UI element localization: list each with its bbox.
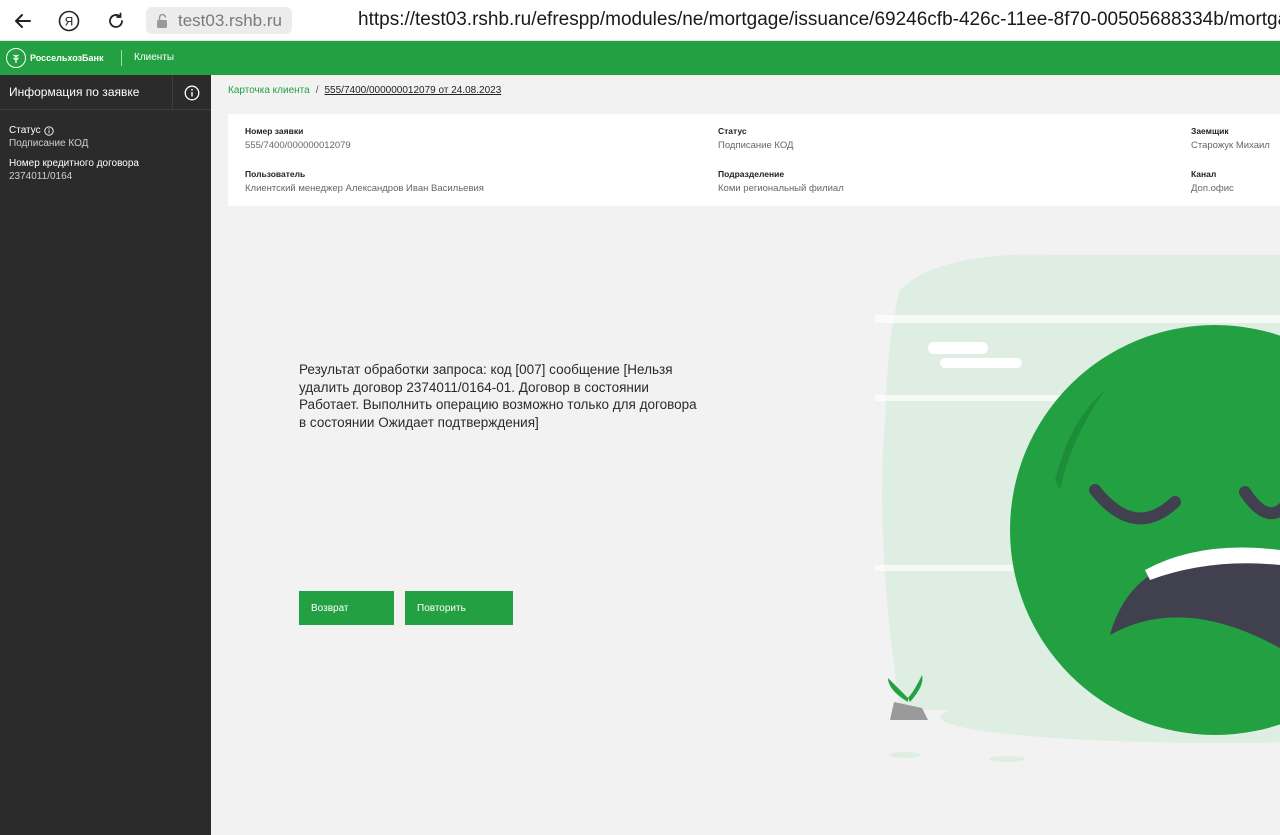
- field-status: Статус Подписание КОД: [718, 126, 793, 151]
- field-label: Подразделение: [718, 169, 785, 179]
- field-division: Подразделение Коми региональный филиал: [718, 169, 844, 194]
- breadcrumb-client-card[interactable]: Карточка клиента: [228, 85, 310, 96]
- address-bar[interactable]: https://test03.rshb.ru/efrespp/modules/n…: [358, 9, 1280, 31]
- breadcrumb: Карточка клиента / 555/7400/000000012079…: [228, 85, 501, 96]
- sidebar-info-button[interactable]: [172, 75, 211, 110]
- field-user: Пользователь Клиентский менеджер Алексан…: [245, 169, 484, 194]
- app-header: РоссельхозБанк Клиенты: [0, 41, 1280, 75]
- breadcrumb-separator: /: [315, 85, 319, 96]
- browser-toolbar: Я test03.rshb.ru https://test03.rshb.ru/…: [0, 0, 1280, 41]
- field-value: 555/7400/000000012079: [245, 140, 351, 151]
- breadcrumb-current[interactable]: 555/7400/000000012079 от 24.08.2023: [325, 85, 502, 96]
- svg-text:Я: Я: [65, 15, 74, 29]
- field-borrower: Заемщик Старожук Михаил: [1191, 126, 1270, 151]
- sidebar: Информация по заявке Статус Подписание К…: [0, 75, 211, 835]
- domain-pill[interactable]: test03.rshb.ru: [146, 7, 292, 34]
- field-label: Канал: [1191, 169, 1217, 179]
- wheat-logo-icon: [6, 48, 26, 68]
- field-label: Статус: [718, 126, 747, 136]
- sidebar-header: Информация по заявке: [0, 75, 211, 110]
- back-arrow-icon[interactable]: [10, 8, 36, 34]
- sidebar-status-block: Статус Подписание КОД: [0, 125, 211, 149]
- logo-text: РоссельхозБанк: [30, 53, 104, 63]
- status-info-icon[interactable]: [43, 125, 54, 136]
- lock-icon: [155, 13, 169, 34]
- field-value[interactable]: Старожук Михаил: [1191, 140, 1270, 151]
- field-value: Коми региональный филиал: [718, 183, 844, 194]
- field-value: Подписание КОД: [718, 140, 794, 151]
- field-label: Заемщик: [1191, 126, 1229, 136]
- sidebar-contract-value: 2374011/0164: [9, 171, 73, 182]
- sidebar-title: Информация по заявке: [9, 85, 140, 99]
- yandex-icon[interactable]: Я: [56, 8, 82, 34]
- back-button[interactable]: Возврат: [299, 591, 394, 625]
- application-info-card: Номер заявки 555/7400/000000012079 Стату…: [228, 114, 1280, 206]
- field-value: Доп.офис: [1191, 183, 1234, 194]
- field-label: Пользователь: [245, 169, 306, 179]
- domain-text: test03.rshb.ru: [178, 10, 282, 30]
- sidebar-status-label: Статус: [9, 125, 41, 136]
- field-label: Номер заявки: [245, 126, 304, 136]
- sidebar-status-value: Подписание КОД: [9, 138, 89, 149]
- sidebar-contract-label: Номер кредитного договора: [9, 158, 139, 169]
- sidebar-contract-block: Номер кредитного договора 2374011/0164: [0, 158, 211, 182]
- error-message: Результат обработки запроса: код [007] с…: [299, 362, 697, 430]
- reload-icon[interactable]: [103, 8, 129, 34]
- field-channel: Канал Доп.офис: [1191, 169, 1234, 194]
- bank-logo[interactable]: РоссельхозБанк: [6, 48, 103, 68]
- sad-face-illustration: [860, 240, 1280, 780]
- field-app-number: Номер заявки 555/7400/000000012079: [245, 126, 351, 151]
- nav-clients[interactable]: Клиенты: [134, 52, 174, 63]
- header-divider: [121, 50, 122, 66]
- info-icon: [184, 85, 200, 100]
- retry-button[interactable]: Повторить: [405, 591, 513, 625]
- field-value: Клиентский менеджер Александров Иван Вас…: [245, 183, 484, 194]
